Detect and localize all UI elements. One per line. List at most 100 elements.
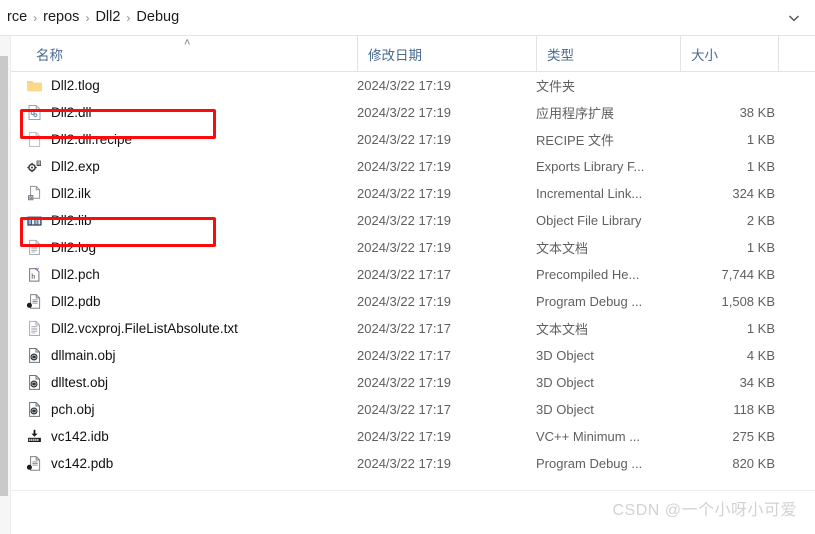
file-type: 文本文档 bbox=[536, 322, 589, 337]
file-row[interactable]: Dll2.lib 2024/3/22 17:19 Object File Libra… bbox=[0, 207, 815, 234]
file-type: 文本文档 bbox=[536, 241, 589, 256]
file-size: 1 KB bbox=[746, 132, 775, 147]
idb-icon bbox=[26, 428, 43, 445]
file-name-label: dlltest.obj bbox=[51, 375, 109, 390]
file-row[interactable]: Dll2.ilk 2024/3/22 17:19 Incremental Link.… bbox=[0, 180, 815, 207]
file-row[interactable]: Dll2.exp 2024/3/22 17:19 Exports Library F… bbox=[0, 153, 815, 180]
file-name-cell[interactable]: Dll2.ilk bbox=[26, 185, 91, 202]
file-name-cell[interactable]: Dll2.dll.recipe bbox=[26, 131, 132, 148]
file-type: 3D Object bbox=[536, 348, 594, 363]
file-date-modified: 2024/3/22 17:19 bbox=[357, 294, 451, 309]
file-name-cell[interactable]: vc142.idb bbox=[26, 428, 109, 445]
file-name-label: vc142.pdb bbox=[51, 456, 114, 471]
file-date-modified: 2024/3/22 17:17 bbox=[357, 321, 451, 336]
column-header-name[interactable]: 名称 bbox=[26, 36, 357, 72]
file-type: 3D Object bbox=[536, 375, 594, 390]
file-row[interactable]: vc142.pdb 2024/3/22 17:19 Program Debug ..… bbox=[0, 450, 815, 477]
file-name-label: Dll2.vcxproj.FileListAbsolute.txt bbox=[51, 321, 238, 336]
column-header-type-label: 类型 bbox=[547, 48, 574, 63]
pdb-icon bbox=[26, 293, 43, 310]
file-size: 820 KB bbox=[732, 456, 775, 471]
breadcrumb-item-repos[interactable]: repos bbox=[38, 8, 84, 27]
file-date-modified: 2024/3/22 17:19 bbox=[357, 105, 451, 120]
file-type: RECIPE 文件 bbox=[536, 133, 615, 148]
address-bar[interactable]: rce › repos › Dll2 › Debug bbox=[0, 0, 815, 36]
file-name-cell[interactable]: Dll2.dll bbox=[26, 104, 92, 121]
file-date-modified: 2024/3/22 17:17 bbox=[357, 267, 451, 282]
breadcrumb-item-rce[interactable]: rce bbox=[2, 8, 32, 27]
file-name-cell[interactable]: dlltest.obj bbox=[26, 374, 108, 391]
file-name-cell[interactable]: Dll2.lib bbox=[26, 212, 92, 229]
file-row[interactable]: Dll2.tlog 2024/3/22 17:19 文件夹 bbox=[0, 72, 815, 99]
ilk-page-icon bbox=[26, 185, 43, 202]
file-name-cell[interactable]: Dll2.pdb bbox=[26, 293, 101, 310]
file-row[interactable]: dllmain.obj 2024/3/22 17:17 3D Object 4 KB bbox=[0, 342, 815, 369]
file-date-modified: 2024/3/22 17:19 bbox=[357, 240, 451, 255]
file-size: 324 KB bbox=[732, 186, 775, 201]
watermark-text: CSDN @一个小呀小可爱 bbox=[612, 502, 797, 519]
file-name-label: pch.obj bbox=[51, 402, 95, 417]
column-header-date-modified[interactable]: 修改日期 bbox=[357, 36, 536, 72]
folder-icon bbox=[26, 77, 43, 94]
file-name-label: Dll2.pdb bbox=[51, 294, 101, 309]
column-header-date-label: 修改日期 bbox=[368, 48, 422, 63]
file-row[interactable]: pch.obj 2024/3/22 17:17 3D Object 118 KB bbox=[0, 396, 815, 423]
chevron-down-icon[interactable] bbox=[785, 9, 803, 27]
breadcrumb-item-dll2[interactable]: Dll2 bbox=[90, 8, 125, 27]
breadcrumb[interactable]: rce › repos › Dll2 › Debug bbox=[0, 8, 184, 27]
file-name-cell[interactable]: pch.obj bbox=[26, 401, 95, 418]
obj-3d-icon bbox=[26, 347, 43, 364]
file-name-label: Dll2.lib bbox=[51, 213, 92, 228]
column-header-row: 名称 ˄ 修改日期 类型 大小 bbox=[0, 36, 815, 72]
text-document-icon bbox=[26, 239, 43, 256]
file-name-cell[interactable]: h Dll2.pch bbox=[26, 266, 100, 283]
file-name-label: Dll2.dll.recipe bbox=[51, 132, 133, 147]
sort-ascending-icon: ˄ bbox=[184, 37, 191, 49]
file-name-cell[interactable]: vc142.pdb bbox=[26, 455, 113, 472]
file-size: 1 KB bbox=[746, 240, 775, 255]
file-list[interactable]: Dll2.tlog 2024/3/22 17:19 文件夹 Dll2.dll 2024/… bbox=[0, 72, 815, 490]
file-name-label: Dll2.log bbox=[51, 240, 97, 255]
file-name-cell[interactable]: Dll2.exp bbox=[26, 158, 100, 175]
obj-3d-icon bbox=[26, 374, 43, 391]
file-date-modified: 2024/3/22 17:19 bbox=[357, 159, 451, 174]
obj-3d-icon bbox=[26, 401, 43, 418]
file-name-label: vc142.idb bbox=[51, 429, 109, 444]
file-size: 4 KB bbox=[746, 348, 775, 363]
vertical-scrollbar-track[interactable] bbox=[0, 36, 11, 534]
library-icon bbox=[26, 212, 43, 229]
file-row[interactable]: h Dll2.pch 2024/3/22 17:17 Precompiled He..… bbox=[0, 261, 815, 288]
file-type: 应用程序扩展 bbox=[536, 106, 615, 121]
text-document-icon bbox=[26, 320, 43, 337]
file-row[interactable]: dlltest.obj 2024/3/22 17:19 3D Object 34 KB bbox=[0, 369, 815, 396]
file-name-cell[interactable]: Dll2.log bbox=[26, 239, 96, 256]
column-header-size[interactable]: 大小 bbox=[680, 36, 778, 72]
file-row[interactable]: Dll2.dll.recipe 2024/3/22 17:19 RECIPE 文件 1… bbox=[0, 126, 815, 153]
file-row[interactable]: Dll2.log 2024/3/22 17:19 文本文档 1 KB bbox=[0, 234, 815, 261]
file-date-modified: 2024/3/22 17:17 bbox=[357, 402, 451, 417]
file-size: 2 KB bbox=[746, 213, 775, 228]
file-row[interactable]: Dll2.dll 2024/3/22 17:19 应用程序扩展 38 KB bbox=[0, 99, 815, 126]
file-name-cell[interactable]: Dll2.vcxproj.FileListAbsolute.txt bbox=[26, 320, 238, 337]
file-date-modified: 2024/3/22 17:19 bbox=[357, 456, 451, 471]
file-row[interactable]: vc142.idb 2024/3/22 17:19 VC++ Minimum ...… bbox=[0, 423, 815, 450]
file-name-label: Dll2.tlog bbox=[51, 78, 100, 93]
file-row[interactable]: Dll2.vcxproj.FileListAbsolute.txt 2024/3/… bbox=[0, 315, 815, 342]
file-name-cell[interactable]: Dll2.tlog bbox=[26, 77, 100, 94]
list-bottom-divider bbox=[11, 490, 815, 491]
file-date-modified: 2024/3/22 17:19 bbox=[357, 429, 451, 444]
file-size: 1 KB bbox=[746, 159, 775, 174]
breadcrumb-item-debug[interactable]: Debug bbox=[131, 8, 184, 27]
file-size: 1,508 KB bbox=[721, 294, 776, 309]
column-header-type[interactable]: 类型 bbox=[536, 36, 680, 72]
file-name-label: Dll2.pch bbox=[51, 267, 100, 282]
file-name-cell[interactable]: dllmain.obj bbox=[26, 347, 116, 364]
file-name-label: Dll2.ilk bbox=[51, 186, 91, 201]
file-date-modified: 2024/3/22 17:19 bbox=[357, 78, 451, 93]
column-header-spacer bbox=[778, 36, 815, 72]
file-date-modified: 2024/3/22 17:19 bbox=[357, 186, 451, 201]
vertical-scrollbar-thumb[interactable] bbox=[0, 56, 8, 496]
file-row[interactable]: Dll2.pdb 2024/3/22 17:19 Program Debug ...… bbox=[0, 288, 815, 315]
file-size: 1 KB bbox=[746, 321, 775, 336]
dll-icon bbox=[26, 104, 43, 121]
